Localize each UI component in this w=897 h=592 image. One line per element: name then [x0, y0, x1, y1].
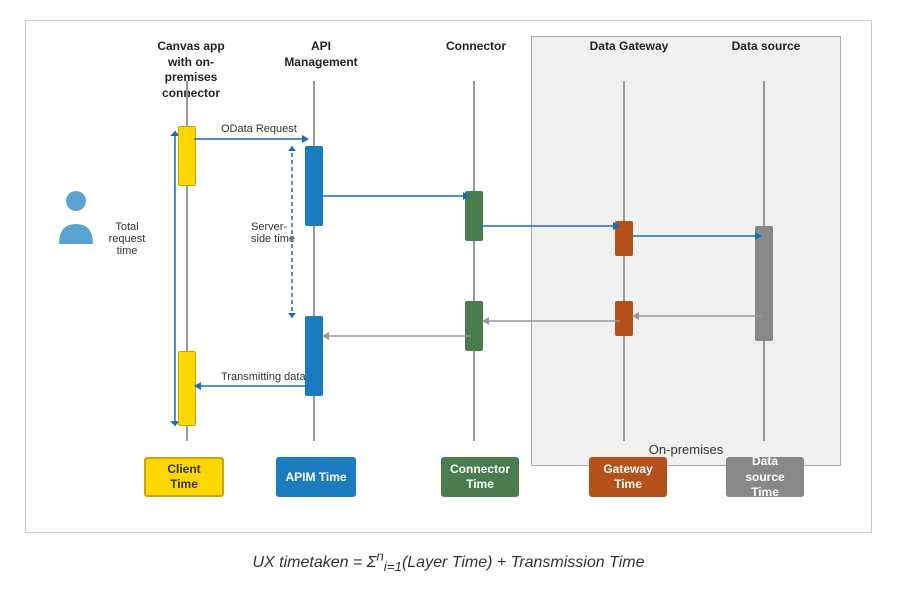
legend-client-time: Client Time: [144, 457, 224, 497]
col-header-connector: Connector: [441, 39, 511, 55]
arrow-connector-to-apim: [322, 331, 470, 341]
on-premises-box: On-premises: [531, 36, 841, 466]
formula-text: UX timetaken = Σni=1(Layer Time) + Trans…: [252, 554, 644, 571]
col-header-datasource: Data source: [726, 39, 806, 55]
main-container: On-premises Canvas appwith on-premisesco…: [0, 0, 897, 592]
lifeline-connector: [473, 81, 475, 441]
lifeline-gateway: [623, 81, 625, 441]
legend-datasource-time: Data source Time: [726, 457, 804, 497]
legend-connector-time: Connector Time: [441, 457, 519, 497]
on-premises-label: On-premises: [649, 442, 723, 457]
arrow-connector-to-gateway: [482, 221, 620, 231]
total-request-time-label: Totalrequesttime: [102, 221, 152, 257]
col-header-gateway: Data Gateway: [589, 39, 669, 55]
arrow-gateway-to-connector: [482, 316, 620, 326]
formula-area: UX timetaken = Σni=1(Layer Time) + Trans…: [10, 538, 887, 582]
legend-gateway-time: Gateway Time: [589, 457, 667, 497]
arrow-datasource-to-gateway: [632, 311, 762, 321]
person-icon: [54, 189, 99, 249]
connector-box-bottom: [465, 301, 483, 351]
apim-box-top: [305, 146, 323, 226]
col-header-apim: API Management: [276, 39, 366, 70]
col-header-canvas: Canvas appwith on-premisesconnector: [146, 39, 236, 101]
diagram-area: On-premises Canvas appwith on-premisesco…: [25, 20, 872, 533]
datasource-box: [755, 226, 773, 341]
arrow-apim-to-connector: [322, 191, 470, 201]
server-side-arrow: [286, 146, 298, 321]
arrow-gateway-to-datasource: [632, 231, 762, 241]
arrow-canvas-to-apim: [194, 134, 309, 144]
arrow-apim-to-canvas: [194, 381, 309, 391]
legend-apim-time: APIM Time: [276, 457, 356, 497]
